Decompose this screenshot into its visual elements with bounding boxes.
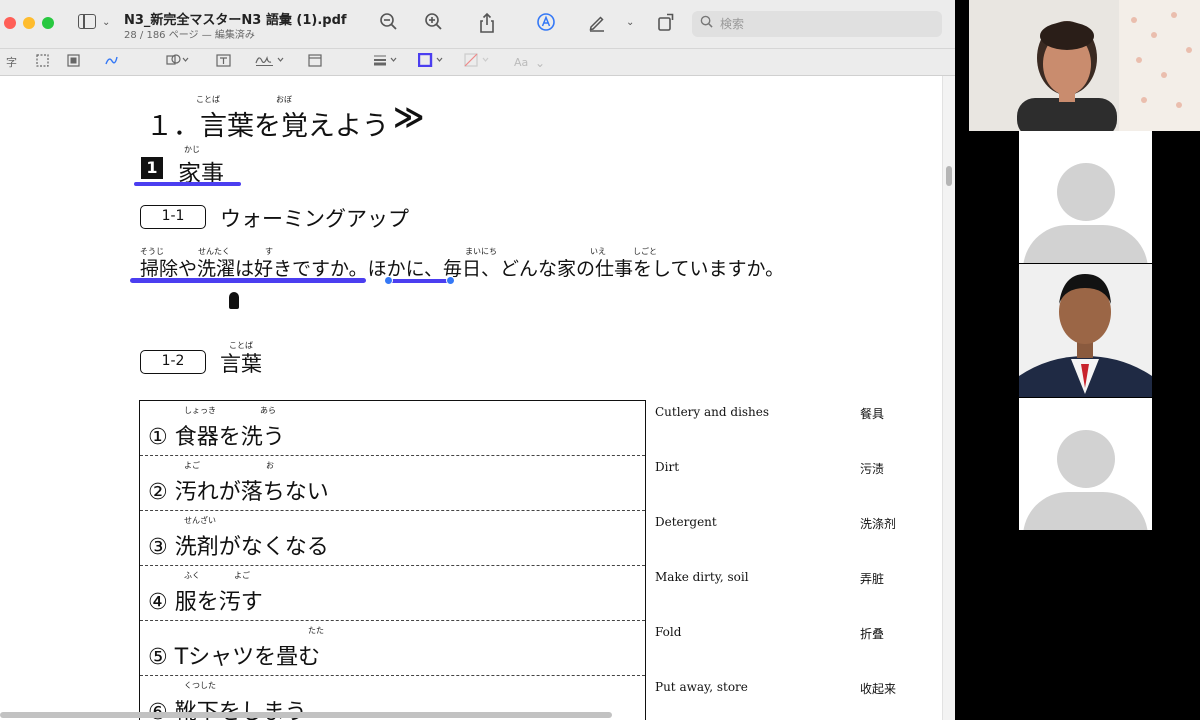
avatar-icon	[1023, 225, 1148, 263]
note-icon[interactable]	[308, 53, 322, 73]
furigana: せんざい	[184, 516, 216, 525]
furigana: お	[266, 461, 274, 470]
fill-color-icon[interactable]	[464, 53, 492, 73]
font-style-tool[interactable]: Aa	[514, 53, 528, 73]
annotation-underline-selected[interactable]	[388, 279, 451, 283]
participant-video	[1019, 264, 1152, 397]
participant-video-tile[interactable]	[969, 0, 1200, 131]
participant-video-tile[interactable]	[1019, 264, 1152, 397]
chevron-down-icon[interactable]: ⌄	[626, 17, 634, 28]
chinese-gloss: 污渍	[860, 462, 885, 476]
warmup-question: 掃除や洗濯は好きですか。ほかに、毎日、どんな家の仕事をしていますか。	[140, 258, 785, 280]
furigana: よご	[184, 461, 200, 470]
mouse-cursor	[229, 292, 239, 309]
zoom-out-icon[interactable]	[378, 12, 400, 34]
section-number-badge: 1	[141, 157, 163, 179]
video-call-panel	[955, 0, 1200, 720]
search-icon	[700, 15, 713, 32]
chinese-gloss: 收起来	[860, 682, 897, 696]
border-color-icon[interactable]	[417, 52, 446, 73]
annotation-underline[interactable]	[130, 278, 366, 283]
horizontal-scrollbar[interactable]	[0, 712, 612, 718]
vocab-row: たた ⑤ Tシャツを畳む	[140, 621, 645, 676]
furigana: よご	[234, 571, 250, 580]
chevron-down-icon[interactable]: ⌄	[102, 17, 110, 28]
search-input[interactable]	[720, 14, 930, 34]
minimize-window-button[interactable]	[23, 17, 35, 29]
selection-handle[interactable]	[384, 276, 393, 285]
shapes-icon[interactable]	[166, 53, 190, 73]
vocab-term: ④ 服を汚す	[148, 590, 263, 615]
pdf-viewer-window: ⌄ N3_新完全マスターN3 語彙 (1).pdf 28 / 186 ページ —…	[0, 0, 955, 720]
furigana: たた	[308, 626, 324, 635]
zoom-in-icon[interactable]	[423, 12, 445, 34]
text-selection-tool[interactable]: 字	[6, 53, 17, 73]
highlight-pen-icon[interactable]	[586, 12, 608, 34]
vertical-scrollbar[interactable]	[942, 76, 955, 720]
document-subtitle: 28 / 186 ページ — 編集済み	[124, 30, 255, 41]
rotate-icon[interactable]	[655, 12, 677, 34]
english-gloss: Fold	[655, 625, 682, 639]
chevron-down-icon[interactable]: ⌄	[535, 53, 545, 73]
title-bar: ⌄ N3_新完全マスターN3 語彙 (1).pdf 28 / 186 ページ —…	[0, 0, 955, 48]
chinese-gloss: 洗涤剂	[860, 517, 897, 531]
signature-icon[interactable]	[255, 53, 285, 73]
scrollbar-thumb[interactable]	[946, 166, 952, 186]
avatar-icon	[1057, 163, 1115, 221]
search-field[interactable]	[692, 11, 942, 37]
vocab-term: ① 食器を洗う	[148, 425, 285, 450]
chinese-gloss: 餐具	[860, 407, 885, 421]
chinese-gloss: 折叠	[860, 627, 885, 641]
page-heading: １．言葉を覚えよう	[146, 111, 389, 142]
vocab-row: せんざい ③ 洗剤がなくなる	[140, 511, 645, 566]
english-gloss: Dirt	[655, 460, 680, 474]
furigana: しょっき	[184, 406, 216, 415]
english-gloss: Put away, store	[655, 680, 748, 694]
chinese-gloss: 弄脏	[860, 572, 885, 586]
vocab-term: ③ 洗剤がなくなる	[148, 535, 329, 560]
vocab-row: しょっき あら ① 食器を洗う	[140, 401, 645, 456]
close-window-button[interactable]	[4, 17, 16, 29]
furigana: くつした	[184, 681, 216, 690]
vocab-row: よご お ② 汚れが落ちない	[140, 456, 645, 511]
participant-avatar-tile[interactable]	[1019, 131, 1152, 263]
english-gloss: Make dirty, soil	[655, 570, 749, 584]
english-gloss: Detergent	[655, 515, 717, 529]
sketch-icon[interactable]	[104, 53, 118, 73]
avatar-icon	[1023, 492, 1148, 530]
selection-handle[interactable]	[446, 276, 455, 285]
line-style-icon[interactable]	[373, 53, 399, 73]
text-box-icon[interactable]	[216, 53, 231, 73]
avatar-icon	[1057, 430, 1115, 488]
vocabulary-table: しょっき あら ① 食器を洗うよご お ② 汚れが落ちないせんざい ③ 洗剤がなくなるふく…	[139, 400, 646, 720]
double-chevron-icon: ≫	[393, 100, 425, 135]
subsection-label: 1-1	[140, 205, 206, 229]
pdf-page[interactable]: ことば おぼ １．言葉を覚えよう ≫ 1 かじ 家事 1-1 ウォーミングアップ…	[0, 76, 942, 720]
sidebar-icon[interactable]	[78, 14, 96, 29]
instant-alpha-icon[interactable]	[67, 53, 80, 73]
subsection-label: 1-2	[140, 350, 206, 374]
vocab-row: ふく よご ④ 服を汚す	[140, 566, 645, 621]
participant-video	[969, 0, 1200, 131]
fullscreen-window-button[interactable]	[42, 17, 54, 29]
rect-select-icon[interactable]	[36, 53, 49, 73]
annotation-underline[interactable]	[134, 182, 241, 186]
participant-avatar-tile[interactable]	[1019, 398, 1152, 530]
vocab-term: ⑤ Tシャツを畳む	[148, 645, 321, 670]
share-icon[interactable]	[476, 12, 498, 34]
subsection-title: 言葉	[220, 352, 262, 376]
subsection-title: ウォーミングアップ	[220, 207, 409, 231]
markup-icon[interactable]	[535, 12, 557, 34]
furigana: あら	[260, 406, 276, 415]
vocab-term: ② 汚れが落ちない	[148, 480, 329, 505]
english-gloss: Cutlery and dishes	[655, 405, 770, 419]
markup-toolbar: 字 Aa ⌄	[0, 48, 955, 76]
furigana: ふく	[184, 571, 200, 580]
